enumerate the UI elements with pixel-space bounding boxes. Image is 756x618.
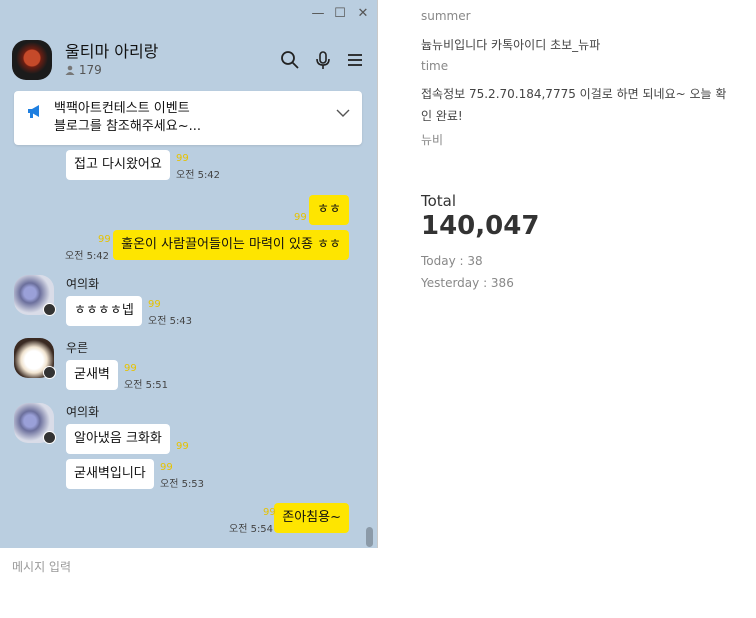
unread-count: 99 <box>294 212 307 223</box>
message-list[interactable]: 접고 다시왔어요 99 오전 5:42 ㅎㅎ 99 훌온이 사람끌어들이는 마력… <box>0 148 377 548</box>
menu-icon[interactable] <box>345 50 365 70</box>
today-count: Today : 38 <box>421 254 483 268</box>
unread-count: 99 <box>160 462 173 473</box>
close-button[interactable]: ✕ <box>355 6 371 22</box>
message-bubble[interactable]: 굳새벽 <box>66 360 118 390</box>
chat-window: — ☐ ✕ 울티마 아리랑 179 백팩아트컨테스트 이벤트 블로그를 참조해주… <box>0 0 378 618</box>
message-bubble[interactable]: ㅎㅎ <box>309 195 349 225</box>
unread-count: 99 <box>98 234 111 245</box>
author-label: 뉴비 <box>421 133 444 147</box>
megaphone-icon <box>27 103 43 119</box>
message-time: 오전 5:54 <box>229 524 274 535</box>
profile-badge-icon <box>43 431 56 444</box>
profile-badge-icon <box>43 366 56 379</box>
yesterday-count: Yesterday : 386 <box>421 276 514 290</box>
scrollbar[interactable] <box>366 527 373 547</box>
time-label: time <box>421 59 449 73</box>
profile-badge-icon <box>43 303 56 316</box>
microphone-icon[interactable] <box>313 50 333 70</box>
message-bubble[interactable]: 알아냈음 크화화 <box>66 424 170 454</box>
member-count-value: 179 <box>78 63 102 77</box>
message-input[interactable] <box>12 558 362 608</box>
summer-value: 늅뉴비입니다 카톡아이디 초보_뉴파 <box>421 38 601 52</box>
message-bubble[interactable]: ㅎㅎㅎㅎ넵 <box>66 296 142 326</box>
maximize-button[interactable]: ☐ <box>332 6 348 22</box>
sender-name[interactable]: 여의화 <box>66 275 99 292</box>
sender-name[interactable]: 우른 <box>66 339 88 356</box>
sender-name[interactable]: 여의화 <box>66 403 99 420</box>
unread-count: 99 <box>176 441 189 452</box>
window-titlebar: — ☐ ✕ <box>0 0 377 28</box>
message-bubble[interactable]: 존아침용~ <box>274 503 349 533</box>
unread-count: 99 <box>263 507 276 518</box>
notice-banner[interactable]: 백팩아트컨테스트 이벤트 블로그를 참조해주세요~... <box>14 91 362 145</box>
message-bubble[interactable]: 훌온이 사람끌어들이는 마력이 있죵 ㅎㅎ <box>113 230 349 260</box>
message-time: 오전 5:42 <box>176 170 221 181</box>
chat-header: 울티마 아리랑 179 <box>12 36 365 84</box>
total-label: Total <box>421 192 457 210</box>
room-avatar[interactable] <box>12 40 52 80</box>
total-count: 140,047 <box>421 211 540 241</box>
unread-count: 99 <box>124 363 137 374</box>
chevron-down-icon[interactable] <box>336 105 350 119</box>
unread-count: 99 <box>176 153 189 164</box>
message-time: 오전 5:42 <box>65 251 110 262</box>
unread-count: 99 <box>148 299 161 310</box>
message-bubble[interactable]: 접고 다시왔어요 <box>66 150 170 180</box>
search-icon[interactable] <box>280 50 300 70</box>
time-value: 접속정보 75.2.70.184,7775 이걸로 하면 되네요~ 오늘 확인 … <box>421 87 727 123</box>
message-time: 오전 5:53 <box>160 479 205 490</box>
room-title: 울티마 아리랑 <box>65 42 159 61</box>
summer-label: summer <box>421 9 471 23</box>
message-time: 오전 5:51 <box>124 380 169 391</box>
message-input-area <box>0 548 378 618</box>
message-time: 오전 5:43 <box>148 316 193 327</box>
notice-text: 백팩아트컨테스트 이벤트 블로그를 참조해주세요~... <box>54 101 202 134</box>
person-icon <box>65 63 79 77</box>
member-count[interactable]: 179 <box>65 63 102 77</box>
message-bubble[interactable]: 굳새벽입니다 <box>66 459 154 489</box>
minimize-button[interactable]: — <box>310 6 326 22</box>
